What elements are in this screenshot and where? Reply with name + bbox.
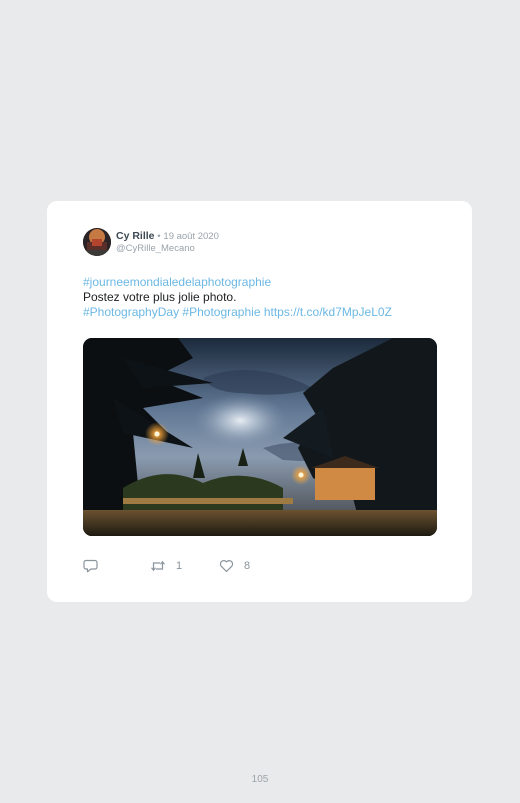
hashtag-photographie[interactable]: #Photographie [182, 305, 260, 319]
tweet-actions: 1 8 [83, 558, 383, 574]
tweet-sentence: Postez votre plus jolie photo. [83, 290, 237, 304]
retweet-count: 1 [176, 560, 183, 572]
retweet-icon [151, 560, 165, 572]
user-handle[interactable]: @CyRille_Mecano [116, 243, 195, 255]
display-name[interactable]: Cy Rille [116, 230, 155, 242]
tweet-link[interactable]: https://t.co/kd7MpJeL0Z [264, 305, 392, 319]
tweet-media[interactable] [83, 338, 437, 536]
night-garden-photo [83, 338, 437, 536]
like-action[interactable]: 8 [219, 558, 250, 574]
tweet-text: #journeemondialedelaphotographie Postez … [83, 275, 463, 320]
avatar[interactable] [83, 228, 111, 256]
tweet-date[interactable]: 19 août 2020 [163, 231, 218, 242]
hashtag-journeemondiale[interactable]: #journeemondialedelaphotographie [83, 275, 271, 289]
avatar-image [83, 228, 111, 256]
reply-action[interactable] [83, 558, 108, 574]
reply-icon [83, 559, 98, 573]
heart-icon [219, 560, 234, 573]
tweet-card: Cy Rille • 19 août 2020 @CyRille_Mecano … [47, 201, 472, 602]
tweet-header: Cy Rille • 19 août 2020 [116, 230, 219, 243]
hashtag-photographyday[interactable]: #PhotographyDay [83, 305, 179, 319]
separator-dot: • [157, 231, 161, 242]
retweet-action[interactable]: 1 [150, 558, 182, 574]
page-number: 105 [251, 774, 269, 785]
like-count: 8 [244, 560, 251, 572]
